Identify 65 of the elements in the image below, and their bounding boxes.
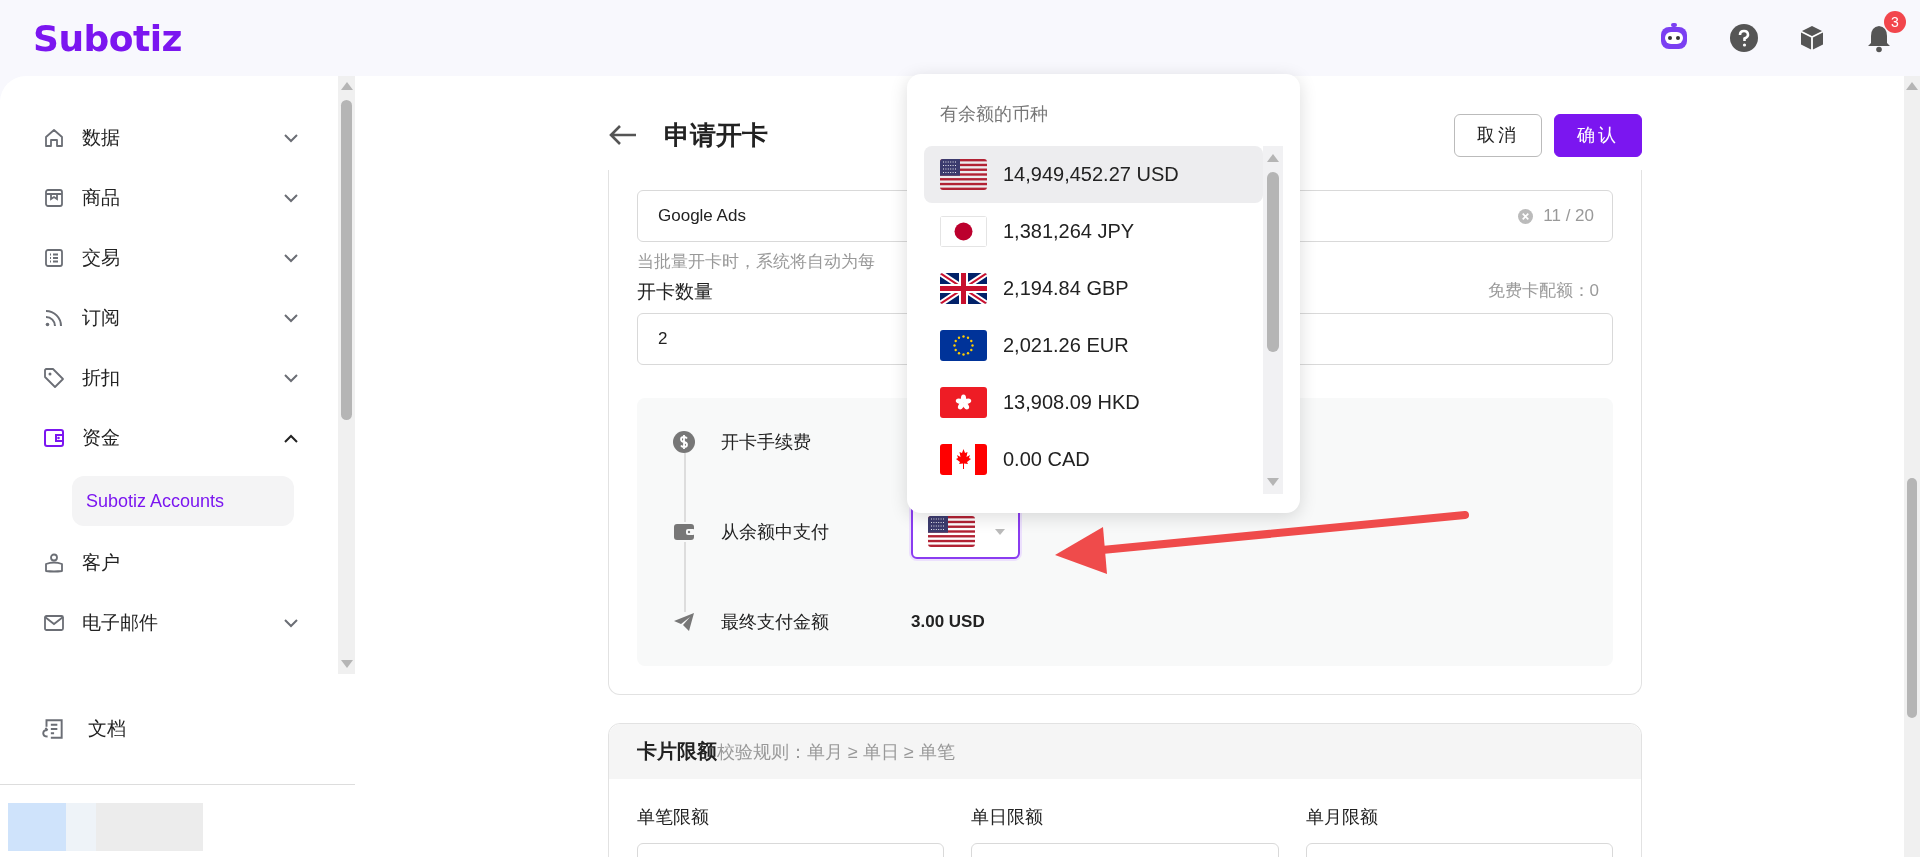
sidebar-item[interactable]: 数据 <box>0 108 338 168</box>
flag-icon <box>940 330 987 361</box>
chevron-icon <box>284 433 298 443</box>
rule-text: 校验规则：单月 ≥ 单日 ≥ 单笔 <box>717 741 955 764</box>
flag-icon <box>940 216 987 247</box>
dollar-icon <box>673 431 695 453</box>
currency-option[interactable]: 14,949,452.27 USD <box>924 146 1263 203</box>
confirm-button[interactable]: 确认 <box>1554 113 1642 157</box>
wallet-icon <box>673 521 695 542</box>
helper-text: 当批量开卡时，系统将自动为每 <box>637 251 876 273</box>
flag-icon <box>940 159 987 190</box>
menu-item-icon <box>42 126 66 150</box>
menu-item-icon <box>42 246 66 270</box>
chevron-icon <box>284 313 298 323</box>
menu-item-icon <box>42 426 66 450</box>
chevron-icon <box>284 193 298 203</box>
sidebar-item[interactable]: 客户 <box>0 533 338 593</box>
chevron-icon <box>284 373 298 383</box>
flag-icon <box>940 444 987 475</box>
sidebar-item[interactable]: 订阅 <box>0 288 338 348</box>
sidebar-item[interactable]: 商品 <box>0 168 338 228</box>
sidebar-item[interactable]: 电子邮件 <box>0 593 338 653</box>
field-label: 单月限额 <box>1305 806 1379 829</box>
step-label: 最终支付金额 <box>721 610 830 634</box>
chevron-icon <box>284 133 298 143</box>
currency-option[interactable]: 0.00 CAD <box>924 431 1263 488</box>
cancel-button[interactable]: 取消 <box>1454 113 1542 157</box>
back-arrow-icon[interactable] <box>608 124 638 146</box>
notification-badge: 3 <box>1884 11 1906 33</box>
field-label: 开卡数量 <box>637 280 713 304</box>
chevron-icon <box>284 618 298 628</box>
dropdown-title: 有余额的币种 <box>940 103 1049 126</box>
logo[interactable]: Subotiz <box>33 17 183 59</box>
page-title: 申请开卡 <box>664 118 768 152</box>
sidebar-item[interactable]: 资金 <box>0 408 338 468</box>
sidebar-item[interactable]: 折扣 <box>0 348 338 408</box>
section-title: 卡片限额 <box>637 739 717 764</box>
currency-option[interactable]: 13,908.09 HKD <box>924 374 1263 431</box>
menu-item-icon <box>42 551 66 575</box>
clear-icon[interactable] <box>1518 208 1534 224</box>
scrollbar[interactable] <box>1904 76 1920 857</box>
field-label: 单日限额 <box>971 806 1045 829</box>
menu-item-icon <box>42 186 66 210</box>
chevron-icon <box>284 253 298 263</box>
send-icon <box>673 611 695 632</box>
currency-option[interactable]: 1,381,264 JPY <box>924 203 1263 260</box>
amount-value: 3.00 USD <box>911 611 985 632</box>
help-icon[interactable] <box>1730 24 1758 52</box>
step-label: 从余额中支付 <box>721 520 830 544</box>
menu-item-icon <box>42 366 66 390</box>
scrollbar[interactable] <box>338 76 355 674</box>
field-label: 单笔限额 <box>637 806 710 829</box>
step-label: 开卡手续费 <box>721 431 812 454</box>
character-counter: 11 / 20 <box>1543 206 1594 226</box>
document-icon <box>40 716 66 742</box>
flag-icon <box>928 516 975 547</box>
sidebar-item[interactable]: 交易 <box>0 228 338 288</box>
caret-icon <box>995 528 1005 535</box>
scrollbar[interactable] <box>1263 146 1283 494</box>
flag-icon <box>940 273 987 304</box>
flag-icon <box>940 387 987 418</box>
bell-icon[interactable] <box>1866 23 1892 53</box>
cube-icon[interactable] <box>1798 24 1826 52</box>
quota-text: 免费卡配额：0 <box>1487 280 1599 302</box>
sidebar-subitem[interactable]: Subotiz Accounts <box>72 476 294 526</box>
